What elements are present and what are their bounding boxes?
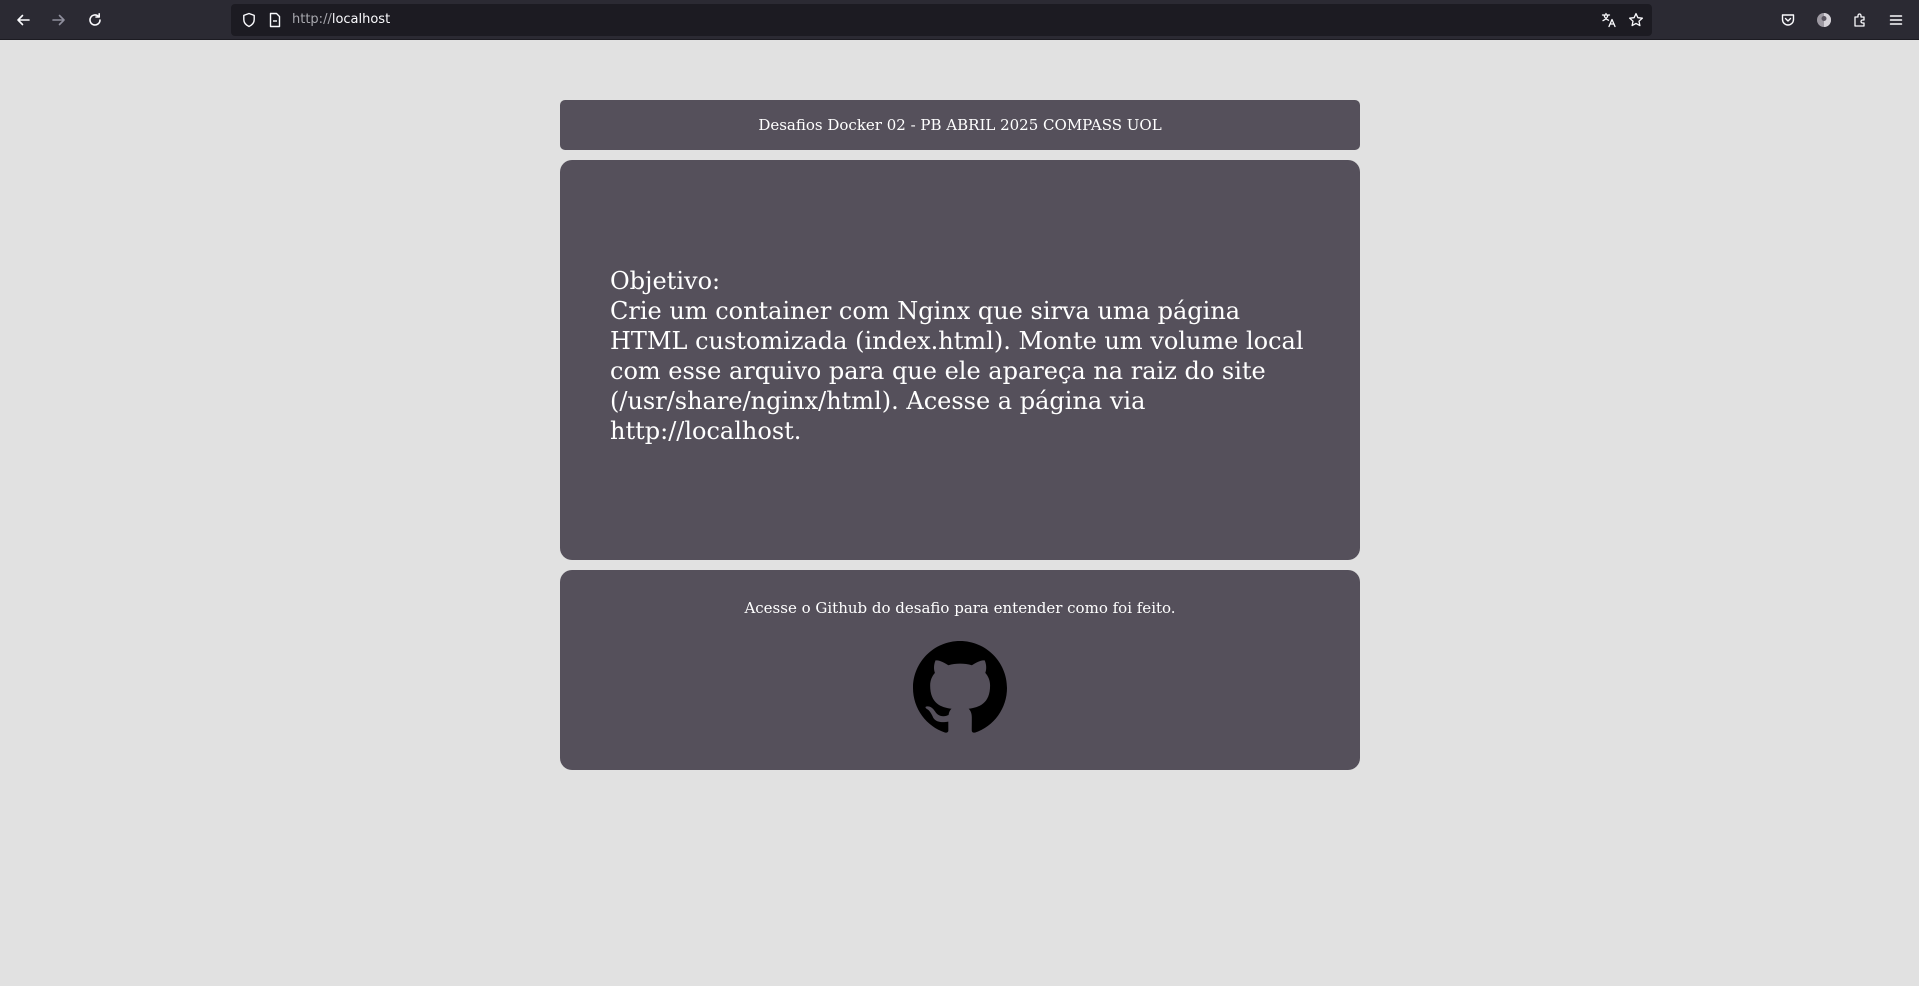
forward-arrow-icon (52, 14, 65, 26)
objective-heading: Objetivo: (610, 267, 721, 295)
forward-button[interactable] (43, 4, 75, 36)
account-button[interactable] (1808, 4, 1840, 36)
address-bar[interactable]: http://localhost (231, 4, 1652, 36)
browser-toolbar: http://localhost (0, 0, 1919, 40)
footer-text: Acesse o Github do desafio para entender… (744, 599, 1176, 617)
menu-button[interactable] (1880, 4, 1912, 36)
extensions-button[interactable] (1844, 4, 1876, 36)
extensions-icon (1854, 13, 1865, 27)
objective-card: Objetivo: Crie um container com Nginx qu… (560, 160, 1360, 560)
url-text[interactable]: http://localhost (292, 4, 390, 36)
url-scheme: http:// (292, 12, 332, 27)
footer-card: Acesse o Github do desafio para entender… (560, 570, 1360, 770)
url-host: localhost (331, 12, 391, 27)
page-icon[interactable] (267, 12, 283, 28)
github-icon (913, 641, 1007, 733)
pocket-icon (1781, 14, 1795, 26)
pocket-button[interactable] (1772, 4, 1804, 36)
objective-body: Crie um container com Nginx que sirva um… (610, 297, 1304, 445)
page-title: Desafios Docker 02 - PB ABRIL 2025 COMPA… (758, 116, 1162, 134)
account-icon (1817, 13, 1831, 27)
reload-button[interactable] (79, 4, 111, 36)
header-card: Desafios Docker 02 - PB ABRIL 2025 COMPA… (560, 100, 1360, 150)
translate-icon[interactable] (1601, 12, 1617, 28)
star-icon[interactable] (1628, 12, 1644, 28)
objective-text: Objetivo: Crie um container com Nginx qu… (610, 266, 1310, 446)
back-button[interactable] (7, 4, 39, 36)
github-link[interactable] (913, 641, 1007, 735)
shield-icon[interactable] (241, 12, 257, 28)
reload-icon (89, 13, 101, 26)
hamburger-menu-icon (1889, 15, 1903, 25)
back-arrow-icon (17, 14, 30, 26)
